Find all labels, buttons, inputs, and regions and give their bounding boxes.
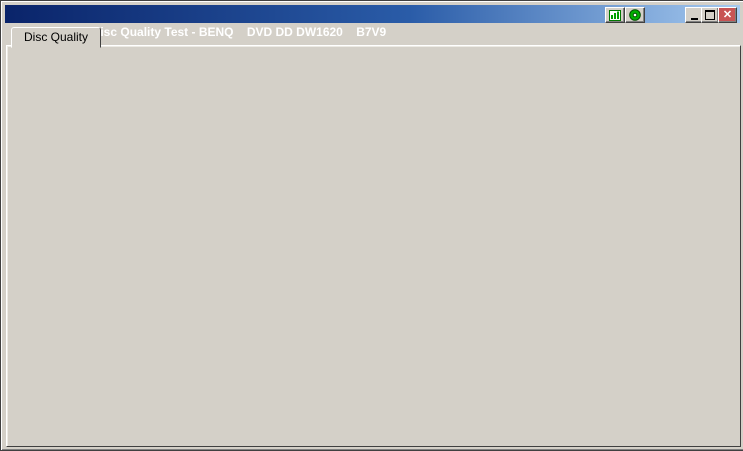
disc-icon-button[interactable] <box>625 7 645 23</box>
close-button[interactable]: ✕ <box>718 7 737 23</box>
close-icon: ✕ <box>722 9 733 21</box>
chart-icon <box>609 9 621 21</box>
tab-pane <box>6 45 741 447</box>
disc-icon <box>629 9 641 21</box>
tab-label: Disc Quality <box>23 30 88 44</box>
maximize-button[interactable] <box>701 7 719 23</box>
app-window: CD Speed : Disc Quality Test - BENQ DVD … <box>0 0 743 451</box>
titlebar[interactable]: CD Speed : Disc Quality Test - BENQ DVD … <box>5 5 740 39</box>
minimize-icon <box>690 17 698 20</box>
chart-icon-button[interactable] <box>605 7 625 23</box>
tab-disc-quality[interactable]: Disc Quality <box>11 27 101 48</box>
maximize-icon <box>705 10 715 20</box>
